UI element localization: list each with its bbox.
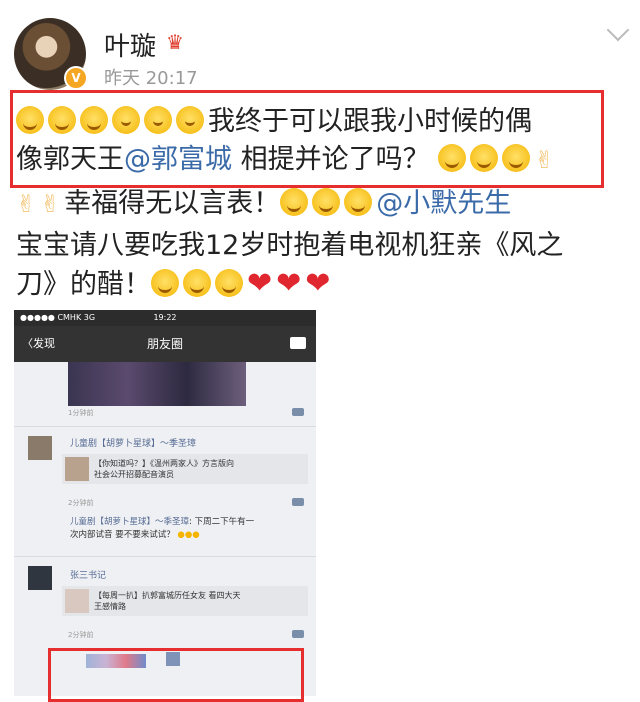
heart-icon: ❤: [305, 266, 331, 301]
victory-hand-icon: ✌: [40, 190, 61, 218]
victory-hand-icon: ✌: [534, 146, 555, 174]
grin-emoji-icon: [16, 106, 44, 134]
mention-link[interactable]: @小默先生: [376, 188, 511, 219]
post-text: 相提并论了吗？: [232, 144, 430, 175]
avatar[interactable]: [28, 436, 52, 460]
grin-emoji-icon: [48, 106, 76, 134]
smile-emoji-icon: [470, 144, 499, 172]
thinking-emoji-icon: [112, 106, 140, 134]
post-text: 像郭天王: [16, 144, 124, 175]
grin-emoji-icon: [80, 106, 108, 134]
shared-link-card[interactable]: 【你知道吗？】《温州两家人》方言版向 社会公开招募配音演员: [62, 454, 308, 484]
divider: [14, 426, 316, 427]
timestamp: 2分钟前: [68, 631, 94, 639]
nav-bar: 〈发现 朋友圈: [14, 326, 316, 362]
divider: [14, 556, 316, 557]
link-title: 【每周一扒】扒郭富城历任女友 看四大天 王感情路: [94, 591, 241, 611]
feed-username[interactable]: 儿童剧【胡萝卜星球】～季圣璋: [70, 436, 196, 449]
timestamp: 1分钟前: [68, 409, 94, 417]
comment-icon[interactable]: [292, 630, 304, 638]
feed-username[interactable]: 张三书记: [70, 568, 106, 581]
avatar[interactable]: [28, 566, 52, 590]
victory-hand-icon: ✌: [16, 190, 37, 218]
thinking-emoji-icon: [176, 106, 204, 134]
smile-emoji-icon: [438, 144, 467, 172]
thinking-emoji-icon: [144, 106, 172, 134]
shared-link-card[interactable]: 【每周一扒】扒郭富城历任女友 看四大天 王感情路: [62, 586, 308, 616]
timestamp: 2分钟前: [68, 499, 94, 507]
link-thumbnail: [65, 589, 89, 613]
comment-icon[interactable]: [292, 498, 304, 506]
laugh-emoji-icon: [312, 188, 341, 216]
verified-badge-icon: V: [64, 66, 88, 90]
status-time: 19:22: [153, 313, 177, 322]
shy-emoji-icon: [215, 269, 243, 297]
post-line-2: 像郭天王@郭富城 相提并论了吗？ ✌: [16, 142, 558, 178]
post-username[interactable]: 叶璇: [104, 26, 156, 63]
vip-crown-icon: ♛: [166, 30, 184, 54]
blurred-name: [166, 652, 180, 666]
post-line-4: 宝宝请八要吃我12岁时抱着电视机狂亲《风之: [16, 230, 564, 261]
post-text: 刀》的醋！: [16, 269, 151, 300]
camera-icon[interactable]: [290, 337, 306, 349]
comment-item: 儿童剧【胡萝卜星球】～季圣璋: 下周二下午有一 次内部试音 要不要来试试？ ●●●: [70, 517, 255, 540]
embedded-screenshot[interactable]: ●●●●● CMHK 3G 19:22 〈发现 朋友圈 1分钟前 儿童剧【胡萝卜…: [14, 310, 316, 696]
shy-emoji-icon: [151, 269, 179, 297]
laugh-emoji-icon: [280, 188, 309, 216]
post-text: 幸福得无以言表！: [64, 188, 281, 219]
heart-icon: ❤: [276, 266, 302, 301]
blurred-name: [86, 654, 146, 668]
shy-emoji-icon: [183, 269, 211, 297]
mention-link[interactable]: @郭富城: [124, 144, 232, 175]
emoji-icon: ●●●: [177, 530, 200, 540]
heart-icon: ❤: [247, 266, 273, 301]
post-line-5: 刀》的醋！ ❤ ❤ ❤: [16, 266, 334, 303]
feed-photo[interactable]: [68, 362, 246, 406]
comment-icon[interactable]: [292, 408, 304, 416]
post-text: 我终于可以跟我小时候的偶: [208, 106, 532, 137]
chevron-down-icon[interactable]: [606, 18, 630, 42]
post-line-3: ✌ ✌ 幸福得无以言表！ @小默先生: [16, 186, 511, 222]
status-bar: ●●●●● CMHK 3G 19:22: [14, 310, 316, 326]
post-time: 昨天 20:17: [104, 68, 198, 89]
link-thumbnail: [65, 457, 89, 481]
laugh-emoji-icon: [344, 188, 373, 216]
link-title: 【你知道吗？】《温州两家人》方言版向 社会公开招募配音演员: [94, 459, 234, 479]
smile-emoji-icon: [502, 144, 531, 172]
nav-title: 朋友圈: [146, 337, 183, 351]
post-line-1: 我终于可以跟我小时候的偶: [16, 104, 532, 140]
